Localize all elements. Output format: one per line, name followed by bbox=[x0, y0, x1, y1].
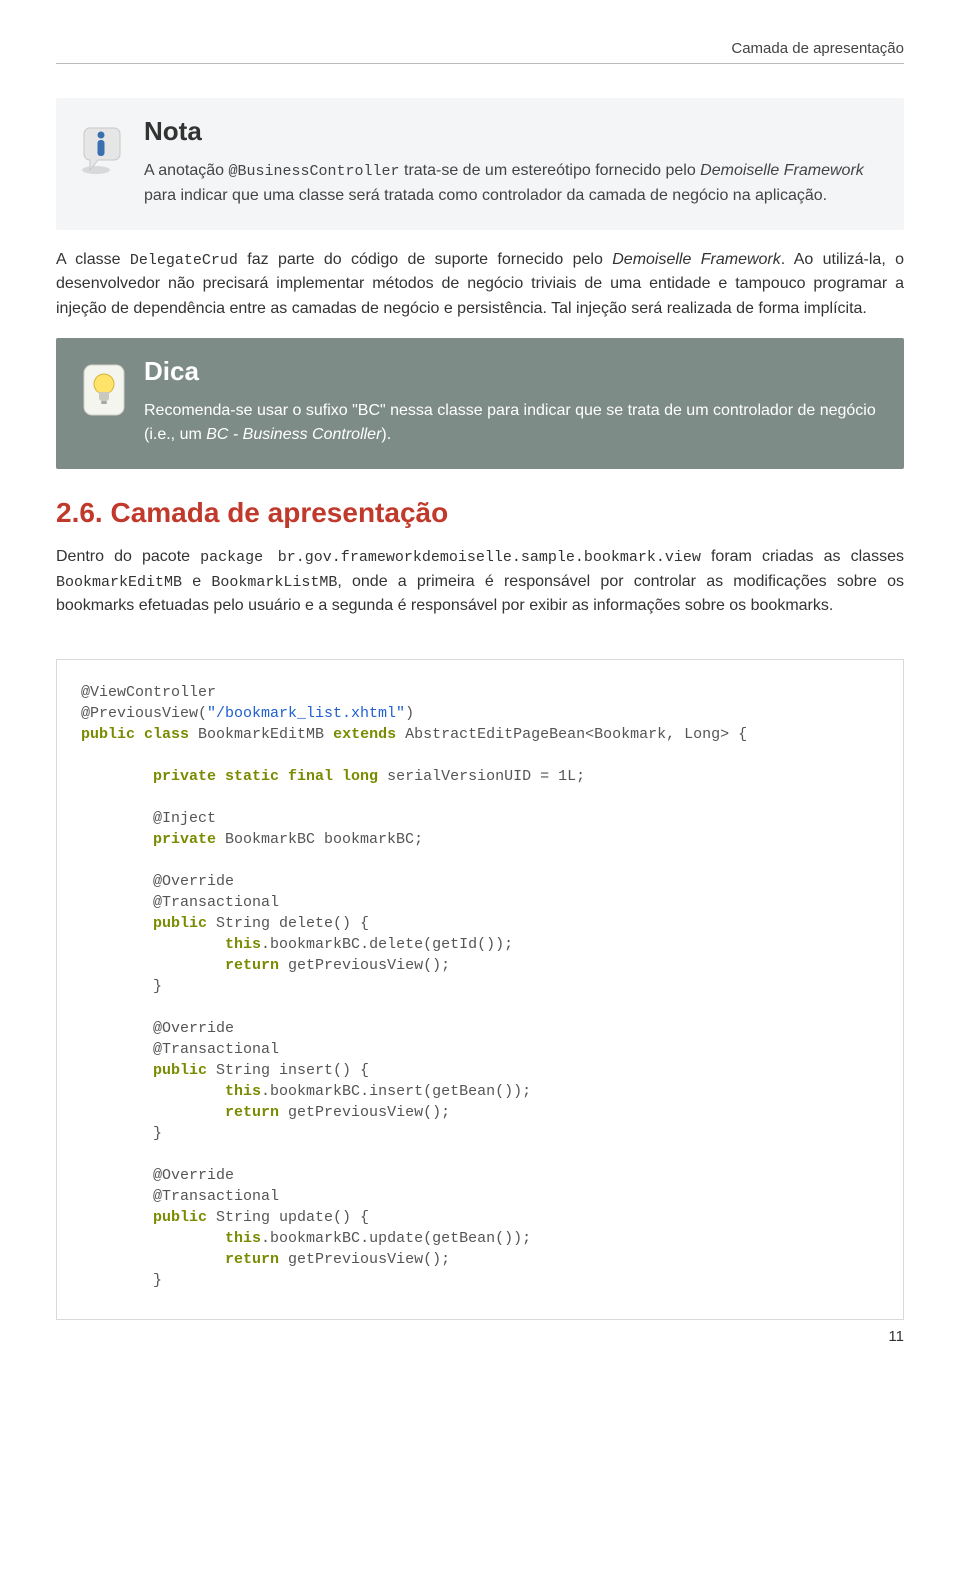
tip-text: Recomenda-se usar o sufixo "BC" nessa cl… bbox=[144, 399, 880, 447]
running-header: Camada de apresentação bbox=[56, 40, 904, 57]
section-paragraph: Dentro do pacote package br.gov.framewor… bbox=[56, 545, 904, 619]
inline-code: DelegateCrud bbox=[130, 252, 238, 269]
header-rule bbox=[56, 63, 904, 64]
inline-code: BookmarkEditMB bbox=[56, 574, 182, 591]
inline-code: package br.gov.frameworkdemoiselle.sampl… bbox=[200, 549, 701, 566]
tip-body: Dica Recomenda-se usar o sufixo "BC" nes… bbox=[144, 356, 880, 447]
body-paragraph: A classe DelegateCrud faz parte do códig… bbox=[56, 248, 904, 322]
lightbulb-icon bbox=[74, 356, 134, 424]
italic-text: BC - Business Controller bbox=[206, 426, 381, 443]
note-body: Nota A anotação @BusinessController trat… bbox=[144, 116, 880, 208]
italic-text: Demoiselle Framework bbox=[700, 162, 864, 179]
note-text: A anotação @BusinessController trata-se … bbox=[144, 159, 880, 208]
info-icon bbox=[74, 116, 134, 184]
tip-title: Dica bbox=[144, 356, 880, 387]
code-block: @ViewController @PreviousView("/bookmark… bbox=[56, 659, 904, 1320]
italic-text: Demoiselle Framework bbox=[612, 251, 781, 268]
inline-code: @BusinessController bbox=[229, 163, 400, 180]
note-callout: Nota A anotação @BusinessController trat… bbox=[56, 98, 904, 230]
note-title: Nota bbox=[144, 116, 880, 147]
inline-code: BookmarkListMB bbox=[211, 574, 337, 591]
section-heading: 2.6. Camada de apresentação bbox=[56, 497, 904, 529]
page-container: Camada de apresentação Nota A anotação @… bbox=[0, 0, 960, 1365]
tip-callout: Dica Recomenda-se usar o sufixo "BC" nes… bbox=[56, 338, 904, 469]
page-number: 11 bbox=[56, 1328, 904, 1345]
